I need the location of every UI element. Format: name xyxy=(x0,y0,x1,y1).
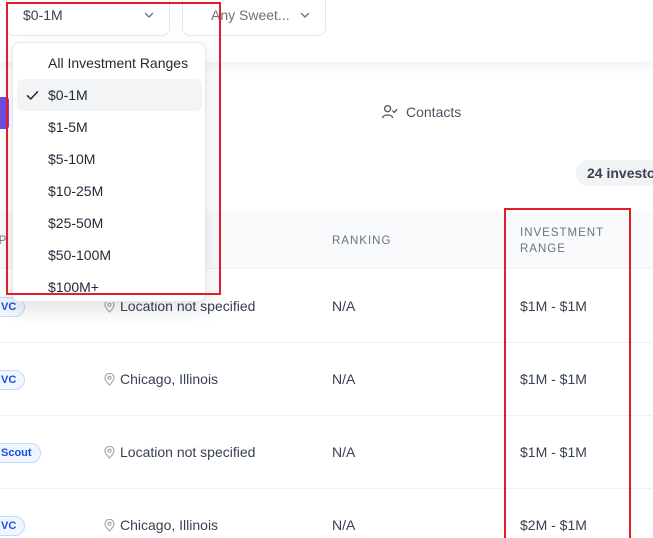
sweet-spot-select[interactable]: Any Sweet... xyxy=(182,0,326,36)
investment-range-select[interactable]: $0-1M xyxy=(6,0,170,36)
investment-range-dropdown: All Investment Ranges $0-1M $1-5M $5-10M… xyxy=(12,42,206,302)
header-ranking[interactable]: RANKING xyxy=(332,233,391,249)
investment-range-cell: $1M - $1M xyxy=(520,444,587,460)
option-label: $50-100M xyxy=(48,247,112,263)
investor-type-badge: VC xyxy=(0,370,26,390)
option-label: $25-50M xyxy=(48,215,104,231)
investment-range-value: $0-1M xyxy=(23,7,63,23)
dropdown-option-0-1m[interactable]: $0-1M xyxy=(17,79,202,111)
investment-range-cell: $1M - $1M xyxy=(520,298,587,314)
ranking-cell: N/A xyxy=(332,298,356,314)
sweet-spot-value: Any Sweet... xyxy=(211,7,290,23)
location-pin-icon xyxy=(104,445,115,459)
option-label: $1-5M xyxy=(48,119,88,135)
investor-type-badge: Scout xyxy=(0,443,41,463)
location-text: Location not specified xyxy=(120,444,256,460)
option-label: $0-1M xyxy=(48,87,88,103)
investor-type-badge: VC xyxy=(0,516,26,536)
chevron-down-icon xyxy=(144,12,154,18)
location-text: Chicago, Illinois xyxy=(120,517,219,533)
option-label: $10-25M xyxy=(48,183,104,199)
active-tab-indicator[interactable] xyxy=(0,97,9,129)
dropdown-option-50-100m[interactable]: $50-100M xyxy=(17,239,202,271)
option-label: $5-10M xyxy=(48,151,96,167)
location-pin-icon xyxy=(104,372,115,386)
header-investment-range[interactable]: INVESTMENT RANGE xyxy=(520,225,604,257)
investor-count-badge: 24 investo xyxy=(576,160,653,186)
dropdown-option-25-50m[interactable]: $25-50M xyxy=(17,207,202,239)
dropdown-option-5-10m[interactable]: $5-10M xyxy=(17,143,202,175)
dropdown-option-100m-plus[interactable]: $100M+ xyxy=(17,271,202,301)
table-row[interactable]: VC Chicago, Illinois N/A $2M - $1M xyxy=(0,489,653,538)
location-cell: Location not specified xyxy=(104,444,255,460)
header-investment-range-line2: RANGE xyxy=(520,243,566,255)
option-label: All Investment Ranges xyxy=(48,55,189,71)
location-cell: Chicago, Illinois xyxy=(104,517,218,533)
header-type: YP xyxy=(0,235,8,247)
dropdown-option-10-25m[interactable]: $10-25M xyxy=(17,175,202,207)
option-label: $100M+ xyxy=(48,279,99,295)
ranking-cell: N/A xyxy=(332,517,356,533)
location-text: Chicago, Illinois xyxy=(120,371,219,387)
investment-range-cell: $1M - $1M xyxy=(520,371,587,387)
tab-contacts[interactable]: Contacts xyxy=(381,103,461,120)
tab-contacts-label: Contacts xyxy=(406,103,462,120)
location-pin-icon xyxy=(104,518,115,532)
table-row[interactable]: VC Chicago, Illinois N/A $1M - $1M xyxy=(0,343,653,416)
dropdown-option-1-5m[interactable]: $1-5M xyxy=(17,111,202,143)
chevron-down-icon xyxy=(300,12,310,18)
header-investment-range-line1: INVESTMENT xyxy=(520,227,605,239)
location-cell: Chicago, Illinois xyxy=(104,371,218,387)
dropdown-option-all[interactable]: All Investment Ranges xyxy=(17,47,202,79)
check-icon xyxy=(26,91,39,100)
investment-range-cell: $2M - $1M xyxy=(520,517,587,533)
contacts-icon xyxy=(382,104,398,119)
ranking-cell: N/A xyxy=(332,444,356,460)
ranking-cell: N/A xyxy=(332,371,356,387)
table-row[interactable]: Scout Location not specified N/A $1M - $… xyxy=(0,416,653,489)
